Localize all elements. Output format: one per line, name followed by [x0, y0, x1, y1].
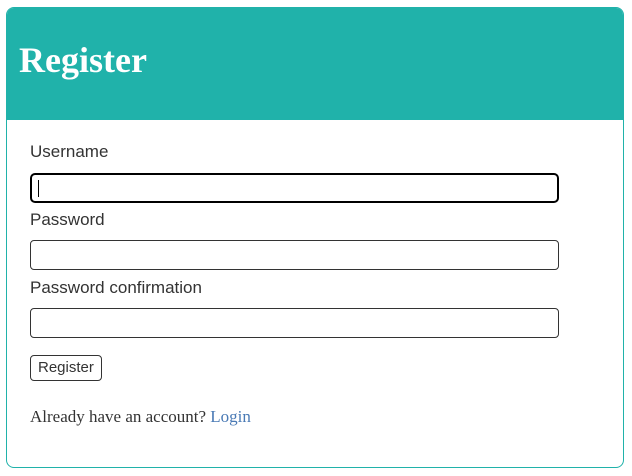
- login-prompt: Already have an account? Login: [30, 407, 251, 427]
- card-header: Register: [7, 8, 623, 120]
- password-confirmation-label: Password confirmation: [30, 278, 202, 297]
- register-card: Register Username Password Password conf…: [6, 7, 624, 468]
- password-input[interactable]: [30, 240, 559, 270]
- username-label: Username: [30, 142, 109, 161]
- password-label: Password: [30, 210, 105, 229]
- register-button[interactable]: Register: [30, 355, 102, 381]
- login-link[interactable]: Login: [210, 407, 251, 426]
- page-title: Register: [19, 40, 147, 80]
- username-input[interactable]: [30, 173, 559, 203]
- login-prompt-text: Already have an account?: [30, 407, 207, 426]
- text-caret: [38, 180, 39, 197]
- password-confirmation-input[interactable]: [30, 308, 559, 338]
